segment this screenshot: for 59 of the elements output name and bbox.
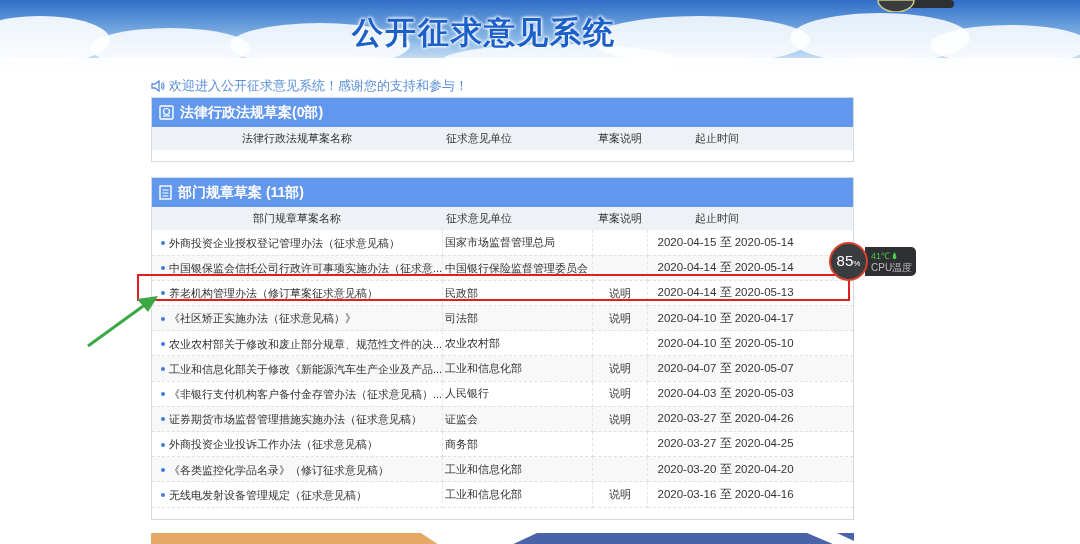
column-header: 部门规章草案名称	[152, 207, 442, 230]
draft-link[interactable]: 外商投资企业授权登记管理办法（征求意见稿）	[169, 236, 400, 249]
column-header: 征求意见单位	[442, 127, 592, 150]
table-cell: 工业和信息化部	[442, 481, 592, 508]
column-header: 起止时间	[647, 127, 853, 150]
welcome-text: 欢迎进入公开征求意见系统！感谢您的支持和参与！	[169, 77, 468, 96]
section-title: 部门规章草案 (11部)	[178, 183, 304, 202]
draft-link[interactable]: 《各类监控化学品名录》（修订征求意见稿）	[169, 463, 389, 476]
document-icon	[159, 185, 172, 200]
bullet-icon	[161, 341, 165, 346]
bullet-icon	[161, 366, 165, 371]
draft-link[interactable]: 证券期货市场监督管理措施实施办法（征求意见稿）	[169, 413, 422, 426]
table-cell: 2020-04-10 至 2020-04-17	[647, 305, 853, 331]
explanation-link[interactable]: 说明	[608, 311, 631, 324]
section-title: 法律行政法规草案(0部)	[180, 103, 324, 122]
bullet-icon	[161, 417, 165, 422]
table-cell: 民政部	[442, 280, 592, 306]
table-cell: 2020-03-16 至 2020-04-16	[647, 481, 853, 508]
cpu-temperature-label: CPU温度	[871, 261, 913, 273]
table-cell: 司法部	[442, 305, 592, 331]
bullet-icon	[161, 442, 165, 447]
draft-link[interactable]: 农业农村部关于修改和废止部分规章、规范性文件的决...	[169, 337, 443, 350]
column-header: 草案说明	[592, 207, 647, 230]
bullet-icon	[161, 266, 165, 271]
draft-link[interactable]: 《社区矫正实施办法（征求意见稿）》	[169, 312, 356, 325]
explanation-link[interactable]: 说明	[608, 286, 631, 299]
column-header: 征求意见单位	[442, 207, 592, 230]
document-icon	[159, 105, 174, 120]
explanation-link[interactable]: 说明	[608, 412, 631, 425]
draft-link[interactable]: 中国银保监会信托公司行政许可事项实施办法（征求意...	[169, 261, 443, 274]
bullet-icon	[161, 467, 165, 472]
draft-link[interactable]: 养老机构管理办法（修订草案征求意见稿）	[169, 287, 378, 300]
temperature-text: 41℃	[871, 250, 890, 262]
bullet-icon	[161, 240, 165, 245]
table-cell: 证监会	[442, 406, 592, 432]
bullet-icon	[161, 492, 165, 497]
table-cell: 商务部	[442, 431, 592, 457]
leaf-icon	[892, 252, 897, 260]
draft-link[interactable]: 外商投资企业投诉工作办法（征求意见稿）	[169, 438, 378, 451]
explanation-link[interactable]: 说明	[608, 488, 631, 501]
column-header: 法律行政法规草案名称	[152, 127, 442, 150]
table-cell: 2020-04-10 至 2020-05-10	[647, 330, 853, 356]
explanation-link[interactable]: 说明	[608, 387, 631, 400]
explanation-link[interactable]: 说明	[608, 362, 631, 375]
speaker-icon	[151, 80, 165, 92]
bullet-icon	[161, 392, 165, 397]
arrow-annotation	[87, 296, 158, 348]
draft-link[interactable]: 工业和信息化部关于修改《新能源汽车生产企业及产品...	[169, 362, 443, 375]
column-header: 起止时间	[647, 207, 853, 230]
table-cell: 工业和信息化部	[442, 456, 592, 482]
draft-link[interactable]: 无线电发射设备管理规定（征求意见稿）	[169, 488, 367, 501]
draft-link[interactable]: 《非银行支付机构客户备付金存管办法（征求意见稿）...	[169, 387, 443, 400]
column-header: 草案说明	[592, 127, 647, 150]
table-cell: 农业农村部	[442, 330, 592, 356]
table-cell: 2020-03-27 至 2020-04-25	[647, 431, 853, 457]
bullet-icon	[161, 291, 165, 296]
table-cell: 2020-03-27 至 2020-04-26	[647, 406, 853, 432]
bullet-icon	[161, 316, 165, 321]
table-cell: 2020-03-20 至 2020-04-20	[647, 456, 853, 482]
